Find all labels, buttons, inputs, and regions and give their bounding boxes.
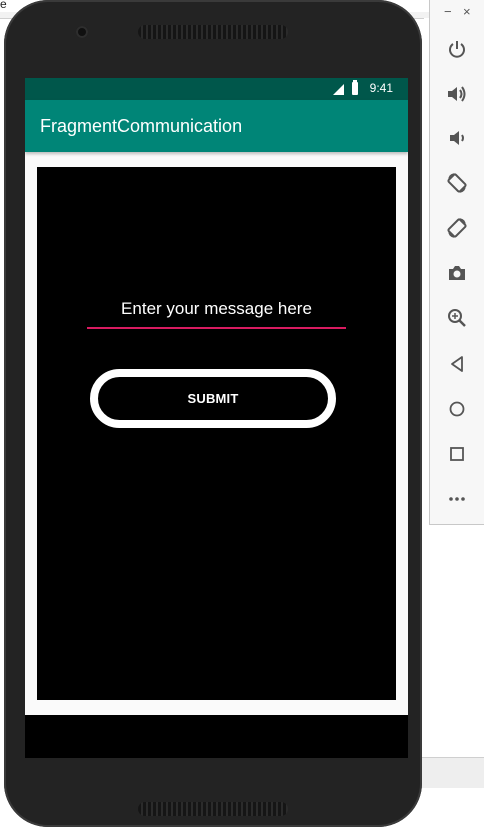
rotate-right-icon[interactable] (443, 214, 471, 242)
device-screen: 9:41 FragmentCommunication SUBMIT (25, 78, 408, 758)
volume-up-icon[interactable] (443, 80, 471, 108)
minimize-button[interactable]: − (444, 4, 452, 19)
battery-icon (352, 80, 358, 95)
status-bar: 9:41 (25, 78, 408, 100)
more-icon[interactable] (443, 485, 471, 513)
overview-icon[interactable] (443, 440, 471, 468)
emulator-toolbar: − × (429, 0, 484, 525)
close-button[interactable]: × (463, 4, 471, 19)
main-content: SUBMIT (25, 152, 408, 715)
volume-down-icon[interactable] (443, 124, 471, 152)
ide-tab-fragment: e (0, 0, 7, 11)
rotate-left-icon[interactable] (443, 169, 471, 197)
ide-bottom-panel (420, 757, 484, 788)
speaker-grille-bottom (138, 802, 288, 816)
submit-button[interactable]: SUBMIT (90, 369, 336, 428)
front-camera (76, 26, 88, 38)
signal-icon (333, 84, 344, 95)
message-input[interactable] (87, 291, 346, 329)
speaker-grille-top (138, 25, 288, 39)
message-fragment: SUBMIT (37, 167, 396, 700)
camera-icon[interactable] (443, 259, 471, 287)
phone-frame: 9:41 FragmentCommunication SUBMIT (4, 0, 422, 827)
zoom-icon[interactable] (443, 304, 471, 332)
app-title: FragmentCommunication (40, 116, 243, 136)
app-bar: FragmentCommunication (25, 100, 408, 152)
navigation-bar (25, 715, 408, 758)
power-icon[interactable] (443, 35, 471, 63)
status-time: 9:41 (369, 81, 393, 95)
home-icon[interactable] (443, 395, 471, 423)
back-icon[interactable] (443, 350, 471, 378)
